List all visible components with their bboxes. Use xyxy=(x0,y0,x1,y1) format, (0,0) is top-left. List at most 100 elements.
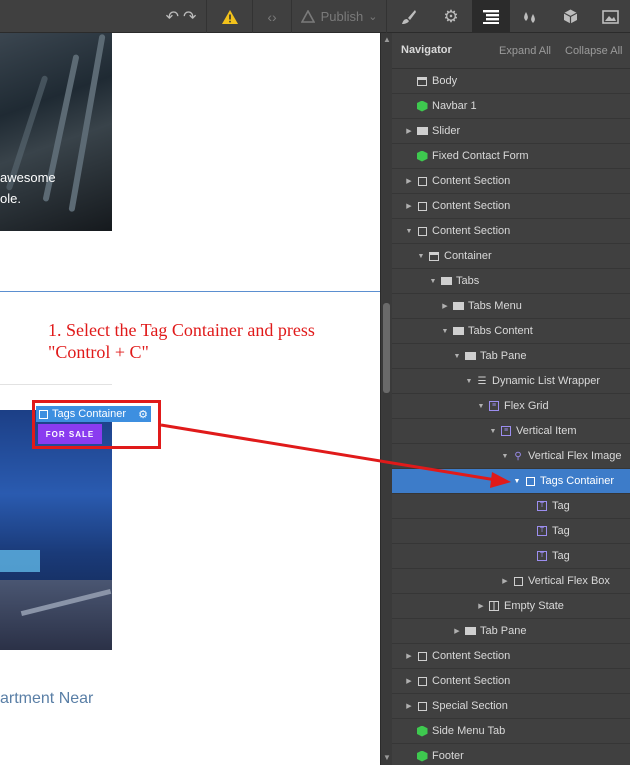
navigator-item-label: Tags Container xyxy=(540,475,614,487)
navigator-panel: Navigator Expand All Collapse All Body Na… xyxy=(392,33,630,765)
component-cube-icon xyxy=(414,150,430,162)
navigator-item-navbar-1[interactable]: Navbar 1 xyxy=(392,94,630,119)
caret-down-icon[interactable]: ▼ xyxy=(452,353,462,360)
caret-down-icon[interactable]: ▼ xyxy=(464,378,474,385)
caret-down-icon[interactable]: ▼ xyxy=(500,453,510,460)
navigator-item-label: Vertical Flex Box xyxy=(528,575,610,587)
design-canvas[interactable]: awesome ole. 1. Select the Tag Container… xyxy=(0,33,380,765)
publish-button[interactable]: Publish ⌄ xyxy=(293,0,385,33)
navigator-item-footer[interactable]: Footer xyxy=(392,744,630,765)
navigator-item-container[interactable]: ▼ Container xyxy=(392,244,630,269)
caret-right-icon[interactable]: ▶ xyxy=(404,702,414,710)
undo-icon[interactable]: ↶ xyxy=(166,7,179,27)
element-block-icon xyxy=(414,127,430,135)
navigator-item-label: Container xyxy=(444,250,492,262)
caret-right-icon[interactable]: ▶ xyxy=(404,127,414,135)
caret-right-icon[interactable]: ▶ xyxy=(404,177,414,185)
element-block-icon xyxy=(462,627,478,635)
navigator-item-dynamic-list-wrapper[interactable]: ▼ ☰ Dynamic List Wrapper xyxy=(392,369,630,394)
navigator-item-label: Tab Pane xyxy=(480,625,527,637)
navigator-item-tabs[interactable]: ▼ Tabs xyxy=(392,269,630,294)
navigator-item-content-section[interactable]: ▶ Content Section xyxy=(392,644,630,669)
navigator-item-content-section[interactable]: ▶ Content Section xyxy=(392,169,630,194)
tab-symbols[interactable] xyxy=(550,0,590,33)
card-title[interactable]: artment Near xyxy=(0,690,93,708)
component-cube-icon xyxy=(414,725,430,737)
caret-right-icon[interactable]: ▶ xyxy=(440,302,450,310)
caret-down-icon[interactable]: ▼ xyxy=(440,328,450,335)
caret-down-icon[interactable]: ▼ xyxy=(416,253,426,260)
navigator-item-label: Tabs Content xyxy=(468,325,533,337)
navigator-item-label: Vertical Flex Image xyxy=(528,450,622,462)
publish-label: Publish xyxy=(320,9,364,24)
navigator-item-label: Fixed Contact Form xyxy=(432,150,529,162)
collection-icon: ≡ xyxy=(498,426,514,436)
element-box-icon xyxy=(414,651,430,661)
caret-down-icon[interactable]: ▼ xyxy=(512,478,522,485)
navigator-item-tab-pane[interactable]: ▶ Tab Pane xyxy=(392,619,630,644)
gear-icon: ⚙ xyxy=(443,6,459,26)
undo-redo-group[interactable]: ↶ ↷ xyxy=(158,0,204,33)
annotation-line1: 1. Select the Tag Container and press xyxy=(48,320,315,340)
caret-down-icon[interactable]: ▼ xyxy=(404,228,414,235)
navigator-item-label: Tabs xyxy=(456,275,480,287)
caret-down-icon[interactable]: ▼ xyxy=(488,428,498,435)
navigator-item-body[interactable]: Body xyxy=(392,69,630,94)
canvas-scrollbar[interactable]: ▲ ▼ xyxy=(380,33,392,765)
caret-right-icon[interactable]: ▶ xyxy=(500,577,510,585)
navigator-item-label: Footer xyxy=(432,750,464,762)
grid-icon xyxy=(486,601,502,611)
scroll-thumb[interactable] xyxy=(383,303,390,393)
tab-interactions[interactable] xyxy=(510,0,550,33)
warning-icon xyxy=(222,9,238,24)
caret-right-icon[interactable]: ▶ xyxy=(476,602,486,610)
navigator-item-flex-grid[interactable]: ▼ ≡ Flex Grid xyxy=(392,394,630,419)
navigator-item-tab-pane[interactable]: ▼ Tab Pane xyxy=(392,344,630,369)
navigator-item-tag[interactable]: T Tag xyxy=(392,494,630,519)
warning-button[interactable] xyxy=(208,0,252,33)
tab-navigator[interactable] xyxy=(472,0,510,33)
scroll-down-icon[interactable]: ▼ xyxy=(383,753,391,762)
tab-assets[interactable] xyxy=(590,0,630,33)
navigator-item-empty-state[interactable]: ▶ Empty State xyxy=(392,594,630,619)
navigator-item-tabs-content[interactable]: ▼ Tabs Content xyxy=(392,319,630,344)
navigator-item-special-section[interactable]: ▶ Special Section xyxy=(392,694,630,719)
element-block-icon xyxy=(450,327,466,335)
navigator-item-side-menu-tab[interactable]: Side Menu Tab xyxy=(392,719,630,744)
caret-down-icon[interactable]: ▼ xyxy=(428,278,438,285)
navigator-item-tabs-menu[interactable]: ▶ Tabs Menu xyxy=(392,294,630,319)
navigator-item-tag[interactable]: T Tag xyxy=(392,544,630,569)
navigator-item-vertical-item[interactable]: ▼ ≡ Vertical Item xyxy=(392,419,630,444)
collapse-all-button[interactable]: Collapse All xyxy=(565,45,622,57)
navigator-item-vertical-flex-box[interactable]: ▶ Vertical Flex Box xyxy=(392,569,630,594)
navigator-item-label: Body xyxy=(432,75,458,87)
navigator-item-label: Dynamic List Wrapper xyxy=(492,375,600,387)
caret-right-icon[interactable]: ▶ xyxy=(404,202,414,210)
expand-all-button[interactable]: Expand All xyxy=(499,45,551,57)
navigator-item-content-section[interactable]: ▶ Content Section xyxy=(392,669,630,694)
caret-right-icon[interactable]: ▶ xyxy=(452,627,462,635)
navigator-item-label: Tag xyxy=(552,525,570,537)
navigator-title: Navigator xyxy=(401,44,452,56)
navigator-item-content-section[interactable]: ▼ Content Section xyxy=(392,219,630,244)
navigator-item-label: Side Menu Tab xyxy=(432,725,506,737)
navigator-item-vertical-flex-image[interactable]: ▼ ⚲ Vertical Flex Image xyxy=(392,444,630,469)
caret-down-icon[interactable]: ▼ xyxy=(476,403,486,410)
code-button[interactable]: ‹› xyxy=(254,0,290,33)
navigator-item-fixed-contact-form[interactable]: Fixed Contact Form xyxy=(392,144,630,169)
navigator-item-tag[interactable]: T Tag xyxy=(392,519,630,544)
code-icon: ‹› xyxy=(267,8,277,25)
body-icon xyxy=(414,76,430,86)
annotation-text: 1. Select the Tag Container and press "C… xyxy=(48,319,368,363)
navigator-tree: Body Navbar 1 ▶ Slider Fixed Contact Form ▶ Co… xyxy=(392,69,630,765)
element-block-icon xyxy=(450,302,466,310)
navigator-item-tags-container[interactable]: ▼ Tags Container xyxy=(392,469,630,494)
navigator-item-content-section[interactable]: ▶ Content Section xyxy=(392,194,630,219)
caret-right-icon[interactable]: ▶ xyxy=(404,677,414,685)
caret-right-icon[interactable]: ▶ xyxy=(404,652,414,660)
scroll-up-icon[interactable]: ▲ xyxy=(383,35,391,44)
navigator-item-slider[interactable]: ▶ Slider xyxy=(392,119,630,144)
tab-style[interactable] xyxy=(388,0,430,33)
tab-settings[interactable]: ⚙ xyxy=(430,0,472,33)
redo-icon[interactable]: ↷ xyxy=(183,7,196,27)
